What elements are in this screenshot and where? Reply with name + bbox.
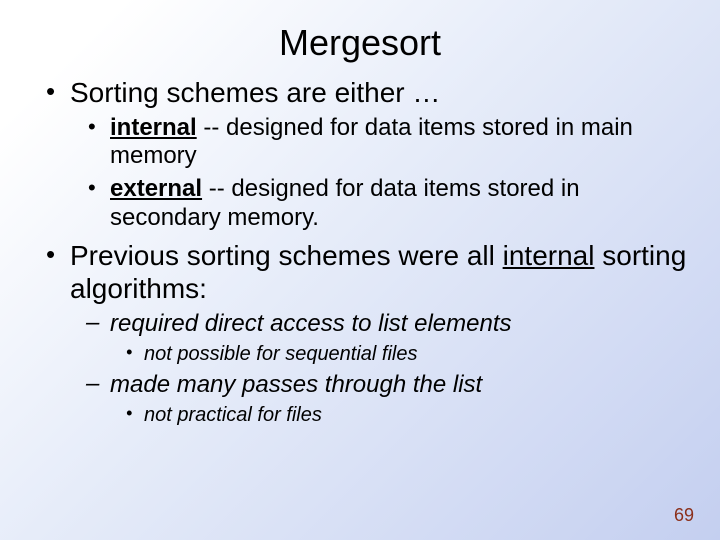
slide: Mergesort Sorting schemes are either … i… [0,0,720,540]
bullet-internal: internal -- designed for data items stor… [110,114,694,172]
page-number: 69 [674,505,694,526]
sub-list: internal -- designed for data items stor… [70,114,694,233]
bullet-text: made many passes through the list [110,371,482,398]
bullet-lead: external [110,175,202,202]
bullet-underline: internal [503,240,595,271]
bullet-not-practical: not practical for files [144,402,694,428]
bullet-external: external -- designed for data items stor… [110,175,694,233]
sub-list: required direct access to list elements … [70,310,694,428]
bullet-not-possible: not possible for sequential files [144,341,694,367]
bullet-many-passes: made many passes through the list not pr… [110,371,694,428]
bullet-text: not practical for files [144,404,322,426]
bullet-text: not possible for sequential files [144,343,418,365]
bullet-text: Sorting schemes are either … [70,77,440,108]
bullet-text: required direct access to list elements [110,310,512,337]
bullet-sorting-schemes: Sorting schemes are either … internal --… [70,76,694,233]
bullet-lead: internal [110,114,197,141]
bullet-pre: Previous sorting schemes were all [70,240,503,271]
bullet-list: Sorting schemes are either … internal --… [26,76,694,428]
bullet-previous-schemes: Previous sorting schemes were all intern… [70,239,694,428]
sub-sub-list: not practical for files [110,402,694,428]
slide-title: Mergesort [26,22,694,64]
sub-sub-list: not possible for sequential files [110,341,694,367]
bullet-direct-access: required direct access to list elements … [110,310,694,367]
